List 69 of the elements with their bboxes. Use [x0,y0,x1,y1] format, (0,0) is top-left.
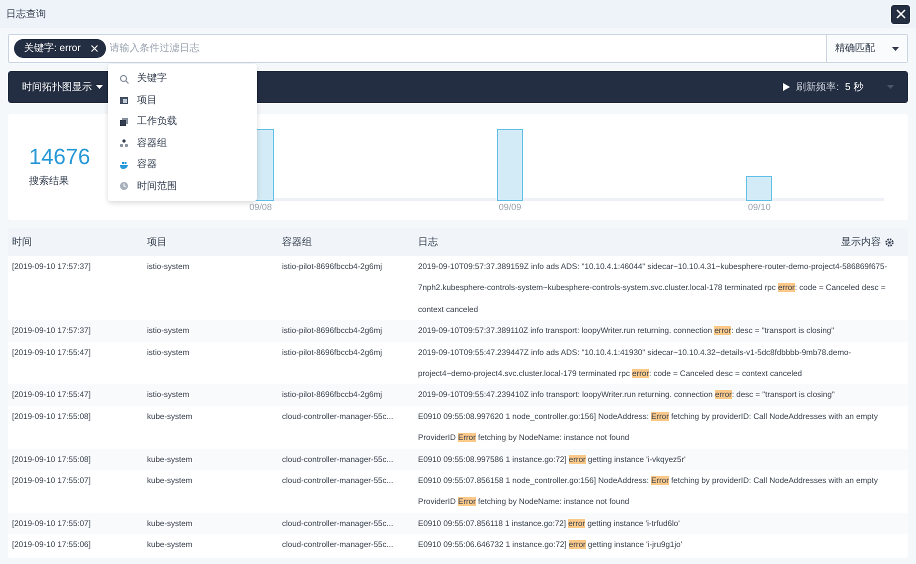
bar [496,129,523,201]
table-cell: istio-pilot-8696fbccb4-2g6mj [282,348,382,357]
menu-item[interactable]: 关键字 [108,68,257,90]
table-cell: istio-pilot-8696fbccb4-2g6mj [282,262,382,271]
axis-label: 09/10 [748,201,771,214]
table-cell: [2019-09-10 17:55:06] [12,540,91,550]
table-cell: istio-system [147,326,190,336]
table-cell: cloud-controller-manager-55c... [282,454,394,464]
magnifier-icon [119,74,129,84]
table-cell: istio-system [147,262,190,271]
filter-tag[interactable]: 关键字: error [14,39,106,58]
column-header: 时间 [12,236,32,250]
column-header: 项目 [147,236,167,250]
table-cell: kube-system [147,476,192,486]
axis-label: 09/09 [498,201,522,214]
menu-item[interactable]: 工作负载 [108,111,257,132]
table-cell: [2019-09-10 17:55:47] [12,348,91,357]
table-cell: istio-system [147,390,190,400]
table-cell: [2019-09-10 17:57:37] [12,262,91,271]
table-cell: [2019-09-10 17:57:37] [12,326,91,336]
menu-item[interactable]: 容器组 [108,132,257,154]
table-cell: [2019-09-10 17:55:47] [12,390,91,400]
table-cell: cloud-controller-manager-55c... [282,412,394,421]
table-cell: cloud-controller-manager-55c... [282,476,394,486]
search-field[interactable]: 关键字: error 请输入条件过滤日志 精确匹配 [8,34,908,63]
log-message: E0910 09:55:07.856118 1 instance.go:72] error getting instance 'i-trfud6lo' [418,518,681,530]
stacked-squares-icon [119,116,129,127]
display-content-button[interactable]: 显示内容 [841,234,894,250]
clock-icon [119,181,129,192]
close-icon [896,9,906,19]
log-message: E0910 09:55:06.646732 1 instance.go:72] error getting instance 'i-jru9g1jo' [418,539,684,552]
bar [746,176,772,201]
table-cell: kube-system [147,518,192,528]
nodes-icon [119,138,129,148]
settings-icon [885,238,894,246]
table-cell: [2019-09-10 17:55:08] [12,412,91,421]
table-cell: istio-pilot-8696fbccb4-2g6mj [282,326,382,336]
result-label: 搜索结果 [29,174,69,188]
whale-icon [119,160,129,170]
close-button[interactable] [891,4,910,24]
folder-icon [119,95,129,106]
column-header: 日志 [418,236,438,250]
axis-label: 09/08 [249,201,272,214]
log-message: E0910 09:55:08.997586 1 instance.go:72] error getting instance 'i-vkqyez5r' [418,454,687,466]
table-cell: kube-system [147,412,192,421]
table-cell: kube-system [147,540,192,550]
caret-icon [96,85,103,89]
window-title: 日志查询 [6,8,46,22]
menu-item[interactable]: 时间范围 [108,176,257,197]
menu-item[interactable]: 项目 [108,90,257,111]
table-cell: istio-system [147,348,190,357]
view-toggle-button[interactable]: 时间拓扑图显示 [22,80,103,94]
menu-item[interactable]: 容器 [108,154,257,176]
table-cell: [2019-09-10 17:55:07] [12,476,91,486]
log-message: 2019-09-10T09:55:47.239410Z info transport: loopyWriter.run returning. connection error: desc = "transport is closing" [418,389,836,402]
column-header: 容器组 [282,236,312,250]
caret-icon [892,46,899,50]
close-icon[interactable] [90,45,98,52]
result-count: 14676 [29,146,90,168]
refresh-label: 刷新频率: [796,80,839,94]
table-cell: [2019-09-10 17:55:08] [12,454,91,464]
table-cell: [2019-09-10 17:55:07] [12,518,91,528]
table-cell: kube-system [147,454,192,464]
refresh-value[interactable]: 5 秒 [845,80,881,94]
match-mode-select[interactable]: 精确匹配 [826,35,907,62]
table-cell: cloud-controller-manager-55c... [282,518,394,528]
table-cell: cloud-controller-manager-55c... [282,540,394,550]
table-cell: istio-pilot-8696fbccb4-2g6mj [282,390,382,400]
play-icon[interactable] [783,83,790,91]
